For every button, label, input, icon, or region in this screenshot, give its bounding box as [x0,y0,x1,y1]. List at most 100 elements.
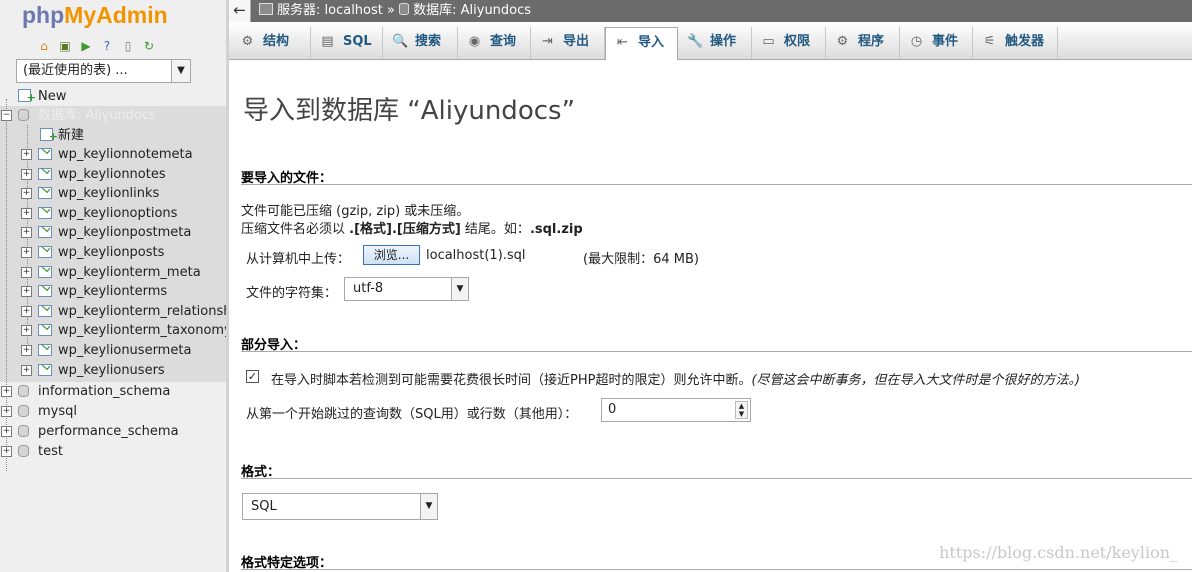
expand-icon[interactable]: + [1,426,12,437]
tree-table-item[interactable]: + wp_keylionusermeta [0,341,226,360]
tree-table-item[interactable]: + wp_keylionoptions [0,204,226,223]
database-name: information_schema [38,384,171,399]
help-icon[interactable]: ? [99,38,115,54]
nav-icon-bar: ⌂ ▣ ▶ ? ▯ ↻ [36,38,157,54]
table-name: wp_keylionoptions [58,205,178,221]
expand-icon[interactable]: + [1,386,12,397]
table-icon [38,167,52,180]
server-icon [259,3,273,15]
tree-table-item[interactable]: + wp_keylionnotes [0,165,226,184]
wrench-icon: 🔧 [687,34,704,49]
charset-select[interactable]: utf-8 ▼ [344,277,469,301]
tab-label: 查询 [490,34,517,49]
tab-label: 程序 [858,34,885,49]
table-name: wp_keylionposts [58,245,165,260]
tree-db-item[interactable]: + mysql [0,402,226,421]
exit-icon[interactable]: ▣ [57,38,73,54]
import-icon: ⇤ [617,35,628,50]
tab-privileges[interactable]: ▭ 权限 [752,27,826,59]
charset-label: 文件的字符集： [246,286,338,301]
allow-interrupt-checkbox[interactable]: ✓ [246,370,259,383]
expand-icon[interactable]: + [1,406,12,417]
expand-icon[interactable]: + [21,364,32,376]
tab-label: 结构 [263,34,290,49]
selected-file-name: localhost(1).sql [426,248,526,263]
expand-icon[interactable]: + [21,305,32,317]
recent-tables-select[interactable]: (最近使用的表) ... ▼ [16,59,191,83]
database-name: mysql [38,404,77,419]
table-name: wp_keylionterms [58,284,168,300]
tab-label: 触发器 [1005,34,1045,49]
spinner-icon[interactable]: ▲ ▼ [735,401,748,419]
expand-icon[interactable]: + [21,227,32,239]
tab-query[interactable]: ◉ 查询 [458,27,531,59]
page-title: 导入到数据库 “Aliyundocs” [243,96,576,126]
tree-table-item[interactable]: + wp_keylionterm_taxonomy [0,321,226,340]
phpmyadmin-logo[interactable]: phpMyAdmin [22,2,168,29]
tree-table-item[interactable]: + wp_keylionnotemeta [0,145,226,164]
import-page: 导入到数据库 “Aliyundocs” 要导入的文件： 文件可能已压缩 (gzi… [229,60,1192,572]
table-name: wp_keylionusers [58,362,165,378]
table-icon [38,324,52,337]
reload-icon[interactable]: ↻ [141,38,157,54]
sql-icon[interactable]: ▶ [78,38,94,54]
expand-icon[interactable]: + [21,345,32,356]
format-select[interactable]: SQL ▼ [242,493,438,520]
breadcrumb-database[interactable]: 数据库: Aliyundocs [413,3,531,18]
breadcrumb-server[interactable]: 服务器: localhost [277,3,383,18]
collapse-icon[interactable]: − [1,110,12,121]
skip-queries-input[interactable]: 0 ▲ ▼ [601,398,751,422]
tree-db-aliyundocs[interactable]: − 数据库: Aliyundocs [0,106,226,125]
breadcrumb-separator: » [387,3,395,18]
expand-icon[interactable]: + [21,149,32,160]
database-icon [18,445,29,457]
docs-icon[interactable]: ▯ [120,38,136,54]
format-value: SQL [251,499,277,514]
expand-icon[interactable]: + [21,266,32,278]
tab-operations[interactable]: 🔧 操作 [678,27,752,59]
tab-triggers[interactable]: ⚟ 触发器 [973,27,1058,59]
tree-table-item[interactable]: + wp_keylionusers [0,361,226,380]
tree-db-item[interactable]: + test [0,442,226,461]
allow-interrupt-label: 在导入时脚本若检测到可能需要花费很长时间（接近PHP超时的限定）则允许中断。(尽… [271,373,1081,388]
tree-db-item[interactable]: + performance_schema [0,422,226,441]
navigation-panel: phpMyAdmin ⌂ ▣ ▶ ? ▯ ↻ (最近使用的表) ... ▼ Ne… [0,0,226,572]
expand-icon[interactable]: + [21,188,32,200]
table-name: wp_keylionusermeta [58,343,192,358]
tree-table-item[interactable]: + wp_keylionterm_meta [0,263,226,282]
expand-icon[interactable]: + [1,446,12,457]
divider [241,478,1192,479]
tab-search[interactable]: 🔍 搜索 [383,27,458,59]
tree-table-item[interactable]: + wp_keylionterms [0,282,226,301]
expand-icon[interactable]: + [21,207,32,219]
browse-button[interactable]: 浏览... [363,245,420,265]
database-icon [399,3,410,15]
tree-item-db-new[interactable]: 新建 [0,126,226,146]
tree-table-item[interactable]: + wp_keylionpostmeta [0,223,226,242]
tab-label: 操作 [710,34,737,49]
home-icon[interactable]: ⌂ [36,38,52,54]
tab-import[interactable]: ⇤ 导入 [605,27,678,60]
tree-db-item[interactable]: + information_schema [0,382,226,401]
tab-routines[interactable]: ⚙ 程序 [826,27,900,59]
database-icon [18,405,29,417]
database-icon [18,425,29,437]
expand-icon[interactable]: + [21,247,32,258]
tab-label: 权限 [784,34,811,49]
expand-icon[interactable]: + [21,325,32,337]
collapse-nav-button[interactable]: ← [229,0,251,22]
divider [241,184,1192,185]
tab-events[interactable]: ◷ 事件 [900,27,973,59]
expand-icon[interactable]: + [21,168,32,180]
tree-table-item[interactable]: + wp_keylionlinks [0,184,226,203]
tab-sql[interactable]: ▤ SQL [311,27,383,59]
table-icon [38,363,52,376]
tree-table-item[interactable]: + wp_keylionposts [0,243,226,262]
table-icon [38,304,52,317]
expand-icon[interactable]: + [21,286,32,298]
tab-structure[interactable]: ⚙ 结构 [231,27,311,59]
tree-table-item[interactable]: + wp_keylionterm_relationships [0,302,226,321]
tab-export[interactable]: ⇥ 导出 [531,27,605,59]
tree-item-new[interactable]: New [0,87,226,107]
upload-label: 从计算机中上传： [246,252,351,267]
